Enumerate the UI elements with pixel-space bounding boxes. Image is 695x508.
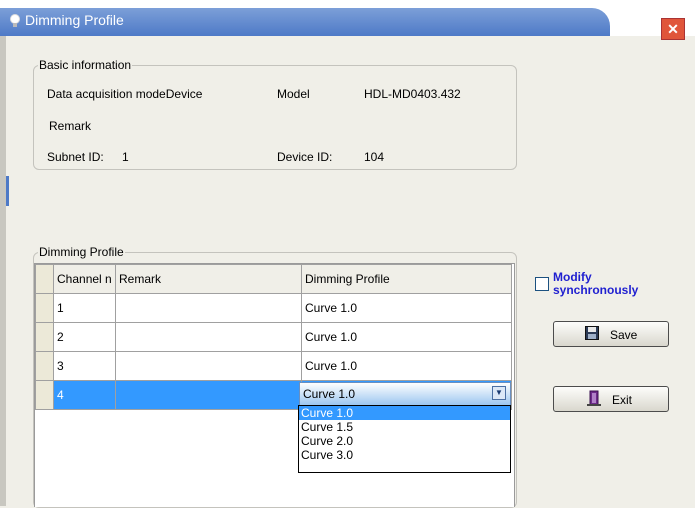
- channel-cell[interactable]: 2: [53, 322, 116, 352]
- exit-door-icon: [587, 390, 601, 406]
- close-icon: ✕: [667, 21, 679, 37]
- window-left-edge: [0, 36, 6, 506]
- device-id-value: 104: [364, 150, 385, 164]
- close-button[interactable]: ✕: [661, 18, 685, 40]
- row-header[interactable]: [35, 293, 54, 323]
- table-row[interactable]: 2 Curve 1.0: [35, 322, 512, 352]
- profile-cell[interactable]: Curve 1.0: [301, 293, 512, 323]
- exit-button[interactable]: Exit: [553, 386, 669, 412]
- profile-cell[interactable]: Curve 1.0: [301, 351, 512, 381]
- floppy-disk-icon: [585, 326, 599, 340]
- modify-synchronously-label[interactable]: Modify synchronously: [553, 271, 638, 297]
- dropdown-option[interactable]: Curve 1.0: [299, 406, 510, 420]
- grid-header-row: Channel n Remark Dimming Profile: [35, 264, 512, 294]
- exit-label: Exit: [612, 393, 633, 407]
- mode-label: Data acquisition modeDevice: [47, 87, 203, 101]
- dropdown-option[interactable]: Curve 1.5: [299, 420, 510, 434]
- window-title: Dimming Profile: [25, 12, 124, 28]
- basic-information-group: Basic information: [33, 58, 517, 170]
- table-row[interactable]: 3 Curve 1.0: [35, 351, 512, 381]
- device-id-label: Device ID:: [277, 150, 333, 164]
- profile-cell[interactable]: Curve 1.0: [301, 322, 512, 352]
- column-header-remark[interactable]: Remark: [115, 264, 302, 294]
- table-row[interactable]: 1 Curve 1.0: [35, 293, 512, 323]
- save-button[interactable]: Save: [553, 321, 669, 347]
- remark-cell[interactable]: [115, 293, 302, 323]
- remark-label: Remark: [49, 119, 92, 133]
- title-bar[interactable]: Dimming Profile ✕: [0, 0, 695, 40]
- channel-cell[interactable]: 3: [53, 351, 116, 381]
- modify-synchronously-checkbox[interactable]: [535, 277, 549, 291]
- remark-cell[interactable]: [115, 351, 302, 381]
- column-header-dimming-profile[interactable]: Dimming Profile: [301, 264, 512, 294]
- column-header-channel[interactable]: Channel n: [53, 264, 116, 294]
- row-header[interactable]: [35, 351, 54, 381]
- profile-combobox[interactable]: Curve 1.0 ▼: [299, 382, 511, 406]
- dropdown-option[interactable]: Curve 2.0: [299, 434, 510, 448]
- bulb-icon: [10, 14, 20, 27]
- channel-cell[interactable]: 1: [53, 293, 116, 323]
- dropdown-option[interactable]: Curve 3.0: [299, 448, 510, 462]
- model-value: HDL-MD0403.432: [364, 87, 461, 101]
- save-label: Save: [610, 328, 638, 342]
- remark-cell[interactable]: [115, 322, 302, 352]
- channel-cell[interactable]: 4: [53, 380, 116, 410]
- model-label: Model: [277, 87, 310, 101]
- chevron-down-icon[interactable]: ▼: [492, 386, 506, 400]
- profile-dropdown-list[interactable]: Curve 1.0 Curve 1.5 Curve 2.0 Curve 3.0: [298, 405, 511, 473]
- dimming-profile-legend: Dimming Profile: [39, 245, 124, 259]
- row-header[interactable]: [35, 322, 54, 352]
- profile-combobox-value: Curve 1.0: [303, 387, 356, 401]
- subnet-id-value: 1: [122, 150, 129, 164]
- row-header-corner[interactable]: [35, 264, 54, 294]
- row-header[interactable]: [35, 380, 54, 410]
- remark-cell[interactable]: [115, 380, 302, 410]
- subnet-id-label: Subnet ID:: [47, 150, 104, 164]
- basic-information-legend: Basic information: [39, 58, 132, 72]
- window-left-accent: [6, 176, 9, 206]
- modify-synchronously-label-line2: synchronously: [553, 283, 639, 297]
